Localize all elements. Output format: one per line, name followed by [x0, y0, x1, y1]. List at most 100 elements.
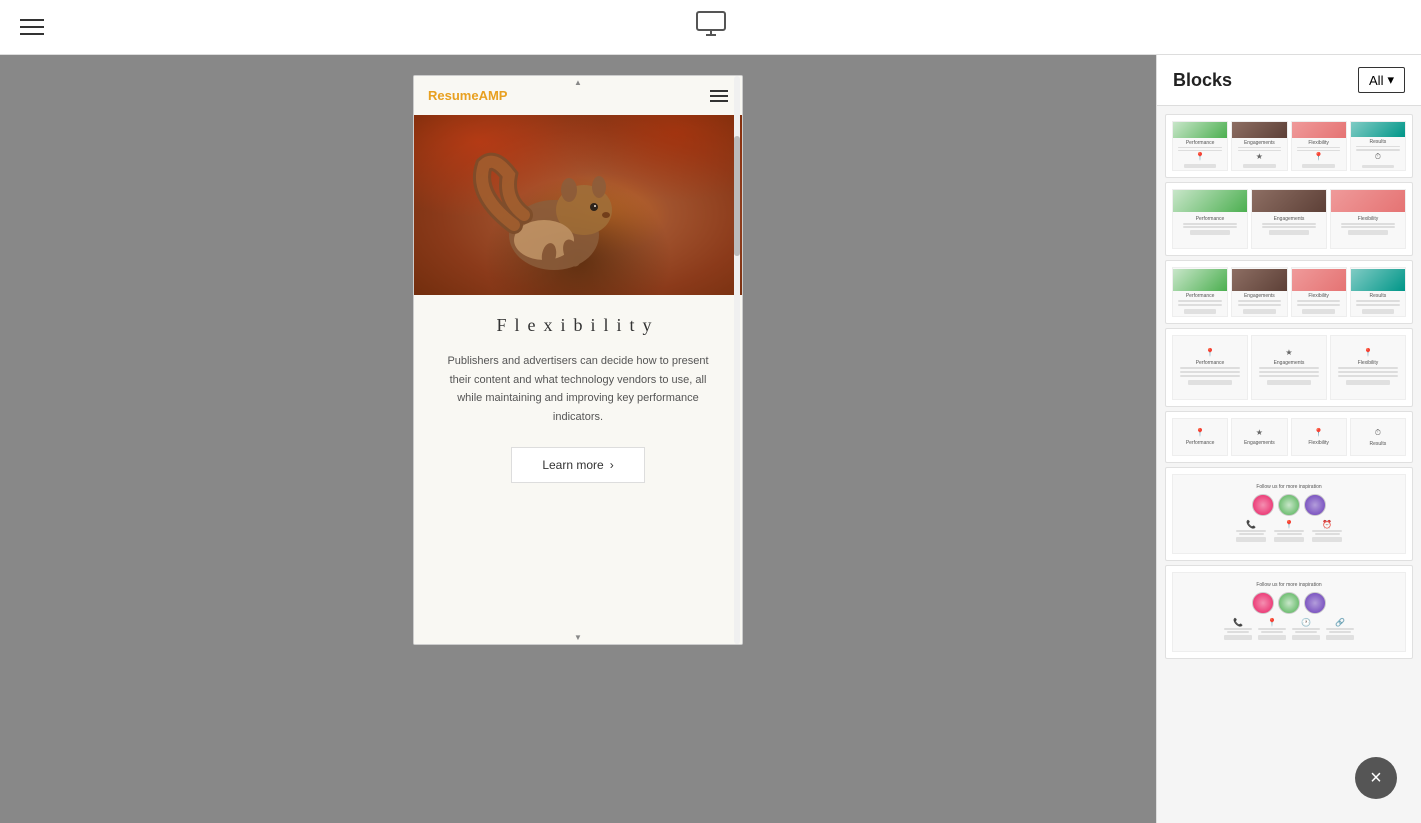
block-thumb-1[interactable]: Performance 📍 Engagements ★ [1165, 114, 1413, 178]
close-fab-button[interactable]: × [1355, 757, 1397, 799]
thumb-cell-2-3: Flexibility [1330, 189, 1406, 249]
thumb-cell-4-1: 📍 Performance [1172, 335, 1248, 400]
sidebar-title: Blocks [1173, 70, 1232, 91]
social-text-6 [1315, 533, 1340, 535]
thumb-icon-5-1: 📍 [1195, 428, 1205, 437]
thumb-cell-2-2: Engagements [1251, 189, 1327, 249]
thumb-cell-1-4: Results ⏱ [1350, 121, 1406, 171]
hamburger-menu[interactable] [20, 19, 44, 35]
thumb-icon-4-2: ★ [1285, 348, 1292, 357]
thumb-label-4-3: Flexibility [1358, 360, 1379, 366]
mobile-scrollbar[interactable] [734, 76, 740, 644]
close-icon: × [1370, 767, 1382, 790]
social-btn-1 [1236, 537, 1266, 542]
thumb-text-2-2 [1183, 226, 1237, 228]
mobile-content: Flexibility Publishers and advertisers c… [414, 295, 742, 644]
all-chevron-icon: ▾ [1387, 72, 1394, 88]
social-btn-5 [1258, 635, 1286, 640]
social-img-6 [1304, 592, 1326, 614]
thumb-label-2-1: Performance [1176, 216, 1244, 222]
thumb-btn-4-3 [1346, 380, 1390, 385]
mobile-page-title: Flexibility [496, 315, 659, 336]
thumb-text-4-9 [1338, 375, 1397, 377]
mobile-hamburger[interactable] [710, 90, 728, 102]
scroll-arrow-top[interactable]: ▲ [574, 78, 582, 87]
scroll-arrow-bottom[interactable]: ▼ [574, 633, 582, 642]
social-img-5 [1278, 592, 1300, 614]
sidebar: Blocks All ▾ Performance 📍 [1156, 55, 1421, 823]
thumb-text-3-7 [1356, 300, 1399, 302]
thumb-label-2-3: Flexibility [1334, 216, 1402, 222]
block-grid-3col-1: Performance Engagements [1172, 189, 1406, 249]
social-text-12 [1295, 631, 1317, 633]
thumb-label-5-3: Flexibility [1308, 440, 1329, 446]
social-text-14 [1329, 631, 1351, 633]
thumb-label-1-1: Performance [1186, 140, 1215, 146]
thumb-text-4-7 [1338, 367, 1397, 369]
chevron-right-icon: › [610, 458, 614, 472]
social-btn-4 [1224, 635, 1252, 640]
all-label: All [1369, 73, 1383, 88]
thumb-text-4-6 [1259, 375, 1318, 377]
social-icon-phone: 📞 [1236, 520, 1266, 544]
monitor-icon [696, 11, 726, 43]
mobile-description: Publishers and advertisers can decide ho… [434, 352, 722, 427]
thumb-label-2-2: Engagements [1255, 216, 1323, 222]
block-thumb-4[interactable]: 📍 Performance ★ Engagements [1165, 328, 1413, 407]
social-icons-row-1: 📞 📍 ⏰ [1236, 520, 1342, 544]
block-thumb-2[interactable]: Performance Engagements [1165, 182, 1413, 256]
thumb-text-1-7 [1356, 146, 1399, 147]
social-icon-map: 📍 [1274, 520, 1304, 544]
thumb-text-2-3 [1262, 223, 1316, 225]
thumb-cell-1-1: Performance 📍 [1172, 121, 1228, 171]
thumb-btn-1-1 [1184, 164, 1217, 168]
thumb-btn-4-1 [1188, 380, 1232, 385]
block-thumb-3[interactable]: Performance Engagements Flex [1165, 260, 1413, 324]
all-filter-button[interactable]: All ▾ [1358, 67, 1405, 93]
social-text-5 [1312, 530, 1342, 532]
social-icons-row-2: 📞 📍 🕐 [1224, 618, 1354, 642]
thumb-text-1-8 [1356, 149, 1399, 150]
thumb-icon-1-4: ⏱ [1375, 152, 1381, 162]
social-title-1: Follow us for more inspiration [1256, 484, 1321, 490]
block-thumb-6[interactable]: Follow us for more inspiration 📞 [1165, 467, 1413, 561]
thumb-label-3-4: Results [1370, 293, 1387, 299]
learn-more-button[interactable]: Learn more › [511, 447, 644, 483]
thumb-cell-5-3: 📍 Flexibility [1291, 418, 1347, 456]
mobile-scrollbar-thumb[interactable] [734, 136, 740, 256]
social-text-8 [1227, 631, 1249, 633]
block-thumb-7[interactable]: Follow us for more inspiration 📞 [1165, 565, 1413, 659]
thumb-btn-2-2 [1269, 230, 1310, 235]
thumb-image-2-3 [1331, 190, 1405, 212]
thumb-btn-1-4 [1362, 165, 1395, 168]
thumb-btn-1-3 [1302, 164, 1335, 168]
social-images-1 [1252, 494, 1326, 516]
thumb-label-4-2: Engagements [1274, 360, 1305, 366]
thumb-label-3-2: Engagements [1244, 293, 1275, 299]
thumb-cell-1-3: Flexibility 📍 [1291, 121, 1347, 171]
thumb-label-1-4: Results [1370, 139, 1387, 145]
block-grid-3col-icons: 📍 Performance ★ Engagements [1172, 335, 1406, 400]
thumb-icon-5-4: ⏱ [1375, 428, 1381, 438]
thumb-image-2-1 [1173, 190, 1247, 212]
social-block-1: Follow us for more inspiration 📞 [1172, 474, 1406, 554]
preview-area: ▲ ResumeAMP [0, 55, 1156, 823]
hamburger-line-3 [20, 33, 44, 35]
thumb-icon-1-2: ★ [1256, 152, 1263, 161]
thumb-text-4-2 [1180, 371, 1239, 373]
thumb-btn-3-3 [1302, 309, 1335, 314]
thumb-label-1-3: Flexibility [1308, 140, 1329, 146]
social-text-2 [1239, 533, 1264, 535]
thumb-image-1-2 [1232, 122, 1286, 138]
logo-part2: AMP [479, 88, 508, 103]
toolbar [0, 0, 1421, 55]
hamburger-line-2 [20, 26, 44, 28]
thumb-cell-1-2: Engagements ★ [1231, 121, 1287, 171]
mobile-hero-image [414, 115, 742, 295]
social-btn-6 [1292, 635, 1320, 640]
mobile-hamburger-line-2 [710, 95, 728, 97]
thumb-text-1-1 [1178, 147, 1221, 148]
block-thumb-5[interactable]: 📍 Performance ★ Engagements 📍 Flexibilit… [1165, 411, 1413, 463]
mobile-hamburger-line-3 [710, 100, 728, 102]
thumb-text-3-3 [1238, 300, 1281, 302]
